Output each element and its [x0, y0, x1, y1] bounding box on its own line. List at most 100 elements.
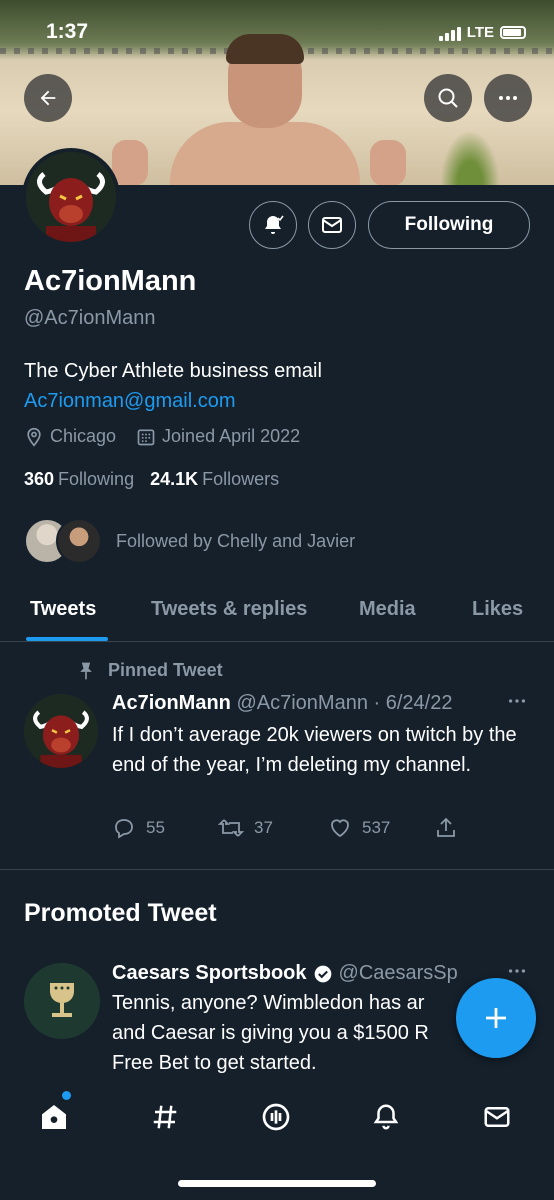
reply-count: 55: [146, 818, 165, 837]
status-indicators: LTE: [438, 24, 526, 41]
like-count: 537: [362, 818, 391, 837]
joined-text: Joined April 2022: [162, 426, 301, 446]
pinned-label: Pinned Tweet: [76, 660, 223, 681]
reply-icon: [115, 819, 133, 839]
tab-media[interactable]: Media: [359, 598, 416, 621]
promoted-section-title: Promoted Tweet: [24, 899, 217, 927]
banner-hand-right: [370, 140, 406, 185]
display-name: Ac7ionMann: [24, 265, 197, 297]
bull-avatar-image: [24, 694, 98, 768]
tab-tweets[interactable]: Tweets: [30, 598, 96, 621]
profile-avatar[interactable]: [22, 148, 120, 246]
verified-badge-icon: [314, 965, 331, 982]
following-count: 360: [24, 469, 55, 489]
followed-by[interactable]: Followed by Chelly and Javier: [24, 518, 355, 564]
tweet-separator: ·: [367, 692, 386, 714]
more-button[interactable]: [484, 74, 532, 122]
more-icon: [508, 699, 526, 703]
compose-tweet-button[interactable]: [456, 978, 536, 1058]
profile-bio: The Cyber Athlete business email Ac7ionm…: [24, 356, 322, 416]
tweet-author-name[interactable]: Ac7ionMann: [112, 692, 231, 714]
tweet-divider: [0, 869, 554, 870]
bell-icon: [265, 215, 284, 234]
search-button[interactable]: [424, 74, 472, 122]
followers-count-link[interactable]: 24.1K Followers: [150, 469, 279, 490]
tweet-more-button[interactable]: [506, 690, 528, 718]
pinned-text: Pinned Tweet: [108, 660, 223, 680]
mail-icon: [484, 1107, 510, 1127]
tweet-author-handle: @Ac7ionMann: [236, 692, 368, 714]
hashtag-icon: [153, 1105, 177, 1129]
profile-meta: Chicago Joined April 2022: [24, 426, 300, 447]
tweet-avatar[interactable]: [24, 694, 98, 768]
share-button[interactable]: [434, 816, 458, 840]
location-icon: [27, 427, 41, 447]
profile-handle: @Ac7ionMann: [24, 307, 156, 329]
calendar-icon: [137, 429, 155, 445]
follow-counts: 360 Following 24.1K Followers: [24, 469, 279, 490]
search-icon: [438, 88, 458, 108]
status-bar: 1:37 LTE: [0, 0, 554, 64]
nav-messages[interactable]: [477, 1097, 517, 1137]
joined-item: Joined April 2022: [136, 426, 300, 447]
promoted-avatar[interactable]: [24, 963, 100, 1039]
tweet-actions: 55 37 537: [112, 816, 532, 842]
signal-icon: [438, 25, 461, 41]
message-button[interactable]: [308, 201, 356, 249]
retweet-button[interactable]: 37: [218, 816, 273, 840]
location-item: Chicago: [24, 426, 116, 447]
share-icon: [437, 817, 455, 837]
nav-explore[interactable]: [145, 1097, 185, 1137]
promoted-text-line: Free Bet to get started.: [112, 1052, 317, 1074]
followers-label: Followers: [202, 469, 280, 489]
nav-home-unread-dot: [62, 1091, 71, 1100]
bell-icon: [373, 1104, 399, 1130]
nav-notifications[interactable]: [366, 1097, 406, 1137]
following-button[interactable]: Following: [368, 201, 530, 249]
mail-icon: [322, 217, 342, 233]
follower-avatar: [56, 518, 102, 564]
tab-likes[interactable]: Likes: [472, 598, 523, 621]
profile-tabs: Tweets Tweets & replies Media Likes: [0, 580, 554, 642]
heart-icon: [331, 819, 349, 838]
tweet-header: Ac7ionMann @Ac7ionMann · 6/24/22: [112, 692, 452, 715]
retweet-icon: [218, 819, 244, 837]
goblet-icon: [50, 983, 74, 1017]
spaces-icon: [262, 1103, 290, 1131]
like-button[interactable]: 537: [328, 816, 390, 840]
nav-spaces[interactable]: [256, 1097, 296, 1137]
home-icon: [42, 1105, 66, 1129]
nav-home[interactable]: [34, 1097, 74, 1137]
back-button[interactable]: [24, 74, 72, 122]
promoted-author-handle: @CaesarsSp: [338, 962, 458, 984]
bio-email-link[interactable]: Ac7ionman@gmail.com: [24, 386, 322, 416]
status-time: 1:37: [46, 20, 89, 43]
active-tab-indicator: [26, 637, 108, 641]
more-icon: [499, 96, 517, 100]
notifications-subscribe-button[interactable]: [249, 201, 297, 249]
promoted-author-name[interactable]: Caesars Sportsbook: [112, 962, 307, 985]
tweet-date: 6/24/22: [385, 692, 453, 714]
network-label: LTE: [466, 24, 494, 41]
bull-avatar-image: [26, 152, 116, 242]
following-count-link[interactable]: 360 Following: [24, 469, 134, 490]
followed-by-text: Followed by Chelly and Javier: [116, 530, 356, 551]
reply-button[interactable]: 55: [112, 816, 165, 840]
battery-icon: [500, 26, 526, 39]
retweet-count: 37: [254, 818, 273, 837]
plus-icon: [486, 1008, 506, 1028]
home-indicator[interactable]: [178, 1180, 376, 1187]
banner-person-body: [170, 122, 360, 185]
promoted-header: Caesars Sportsbook @CaesarsSp: [112, 962, 458, 985]
banner-hand-left: [112, 140, 148, 185]
arrow-left-icon: [40, 90, 56, 106]
location-text: Chicago: [50, 426, 117, 446]
banner-plant: [440, 130, 500, 185]
more-icon: [508, 969, 526, 973]
tab-tweets-replies[interactable]: Tweets & replies: [151, 598, 307, 621]
followers-count: 24.1K: [150, 469, 199, 489]
bio-text: The Cyber Athlete business email: [24, 360, 322, 382]
tweet-text: If I don’t average 20k viewers on twitch…: [112, 724, 517, 776]
pin-icon: [80, 662, 92, 679]
following-label: Following: [58, 469, 135, 489]
